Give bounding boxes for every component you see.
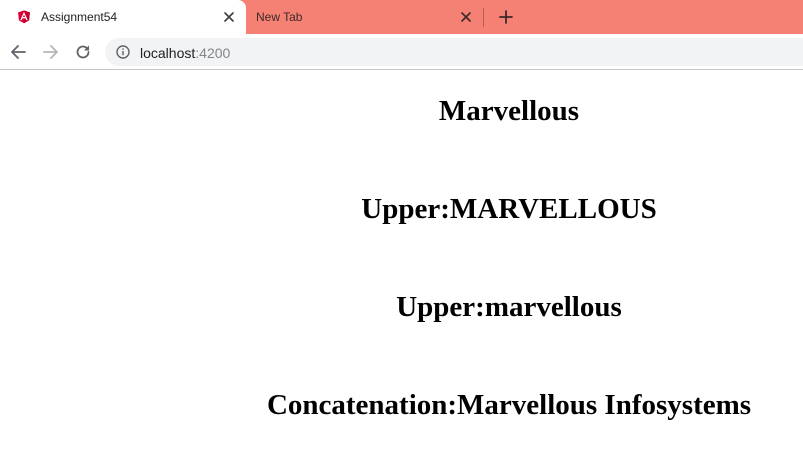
tab-assignment54[interactable]: Assignment54 [0,0,246,34]
tab-new-tab[interactable]: New Tab [246,0,483,34]
tab-title: New Tab [256,10,303,24]
info-icon[interactable] [116,45,130,59]
reload-icon [76,45,90,59]
close-icon[interactable] [458,9,474,25]
back-button[interactable] [8,42,28,62]
angular-icon [18,10,30,24]
tab-strip: Assignment54 New Tab [0,0,803,34]
heading-name: Marvellous [438,95,580,127]
page-content: Marvellous Upper:MARVELLOUS Upper:marvel… [0,71,803,455]
plus-icon [499,10,513,24]
reload-button[interactable] [73,42,93,62]
url-text: localhost:4200 [140,45,230,61]
heading-lowercase: Upper:marvellous [396,291,622,323]
url-port: :4200 [195,45,231,61]
tab-title: Assignment54 [41,10,118,24]
new-tab-button[interactable] [496,8,516,26]
address-bar[interactable]: localhost:4200 [105,38,803,66]
arrow-right-icon [43,45,58,59]
heading-concatenation: Concatenation:Marvellous Infosystems [266,389,752,421]
close-icon[interactable] [221,9,237,25]
heading-uppercase: Upper:MARVELLOUS [361,193,657,225]
url-host: localhost [140,45,196,61]
browser-toolbar: localhost:4200 [0,34,803,70]
forward-button[interactable] [41,42,61,62]
tab-separator [483,8,484,27]
arrow-left-icon [11,45,26,59]
